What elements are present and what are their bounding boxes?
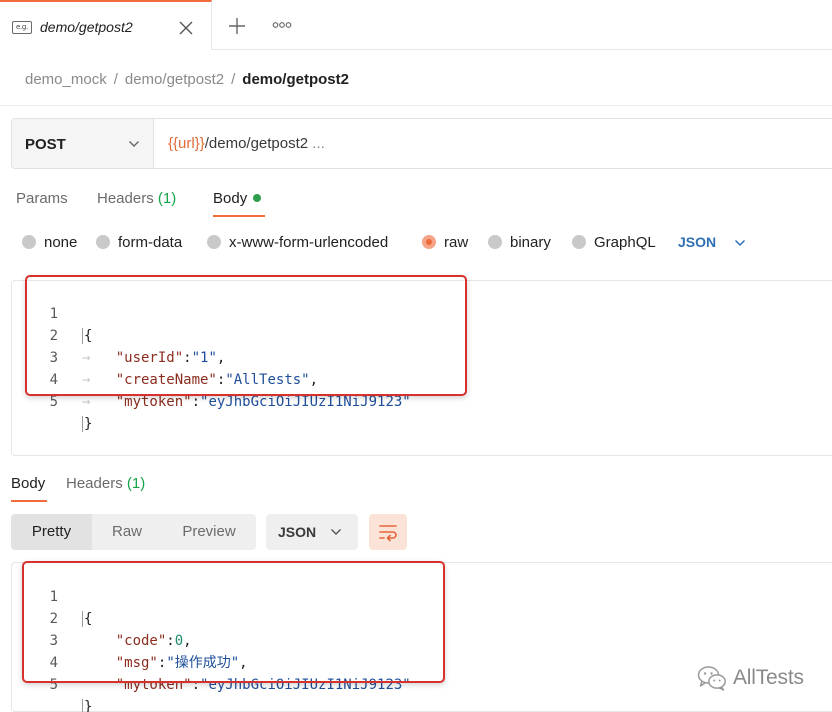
tab-headers[interactable]: Headers (1)	[97, 190, 176, 207]
code-line: 2 "code":0,	[12, 586, 832, 649]
active-tab-indicator	[213, 215, 265, 217]
tab-body[interactable]: Body	[213, 190, 262, 207]
code-line: 1 {	[12, 564, 832, 627]
line-number: 5	[49, 677, 58, 693]
tab-params-label: Params	[16, 190, 68, 207]
breadcrumb-folder[interactable]: demo/getpost2	[125, 71, 224, 88]
response-view-toggle: Pretty Raw Preview	[11, 514, 256, 550]
radio-label: x-www-form-urlencoded	[229, 234, 389, 251]
radio-circle-icon	[488, 235, 502, 249]
radio-circle-icon	[22, 235, 36, 249]
code-text: }	[82, 413, 93, 435]
radio-raw[interactable]: raw	[422, 234, 468, 252]
code-text: → "mytoken":"eyJhbGciOiJIUzI1NiJ9123"	[82, 391, 411, 413]
radio-x-www-form-urlencoded[interactable]: x-www-form-urlencoded	[207, 234, 388, 252]
headers-count: (1)	[157, 190, 177, 207]
line-number: 5	[49, 394, 58, 410]
chevron-down-icon[interactable]	[734, 237, 746, 249]
wrap-lines-button[interactable]	[369, 514, 407, 550]
url-input[interactable]: {{url}}/demo/getpost2 ...	[168, 135, 325, 152]
new-tab-plus-icon[interactable]	[228, 17, 246, 35]
radio-form-data[interactable]: form-data	[96, 234, 182, 252]
code-line: 2 → "userId":"1",	[12, 303, 832, 366]
breadcrumb: demo_mock / demo/getpost2 / demo/getpost2	[25, 71, 349, 88]
json-value: "eyJhbGciOiJIUzI1NiJ9123"	[200, 394, 411, 410]
url-bar: POST {{url}}/demo/getpost2 ...	[11, 118, 832, 169]
response-tab-headers[interactable]: Headers (1)	[66, 475, 145, 492]
breadcrumb-separator: /	[113, 71, 118, 88]
radio-label: GraphQL	[594, 234, 656, 251]
code-line: 3 → "createName":"AllTests",	[12, 325, 832, 388]
url-ellipsis: ...	[308, 135, 325, 152]
request-body-editor[interactable]: 1 { 2 → "userId":"1", 3 → "createName":"…	[11, 280, 832, 456]
code-line: 1 {	[12, 281, 832, 344]
json-key: "mytoken"	[115, 394, 192, 410]
body-format-select[interactable]: JSON	[678, 234, 716, 250]
code-line: 4 → "mytoken":"eyJhbGciOiJIUzI1NiJ9123"	[12, 347, 832, 410]
more-options-icon[interactable]	[272, 20, 292, 30]
response-tab-body[interactable]: Body	[11, 475, 45, 492]
method-label: POST	[25, 136, 66, 153]
code-text: }	[82, 696, 93, 712]
breadcrumb-collection[interactable]: demo_mock	[25, 71, 107, 88]
chevron-down-icon	[331, 529, 341, 535]
radio-selected-icon	[422, 235, 436, 249]
response-format-select[interactable]: JSON	[266, 514, 358, 550]
watermark-text: AllTests	[733, 666, 804, 689]
url-path: /demo/getpost2	[204, 135, 309, 152]
wrap-lines-icon	[379, 525, 397, 542]
radio-circle-icon	[207, 235, 221, 249]
radio-label: none	[44, 234, 78, 251]
active-tab-indicator	[11, 500, 47, 502]
radio-graphql[interactable]: GraphQL	[572, 234, 656, 252]
view-pretty-button[interactable]: Pretty	[11, 514, 92, 550]
method-select[interactable]: POST	[12, 119, 154, 168]
wechat-icon	[697, 666, 726, 691]
breadcrumb-separator: /	[231, 71, 236, 88]
code-line: 4 "mytoken":"eyJhbGciOiJIUzI1NiJ9123"	[12, 630, 832, 693]
json-colon: :	[191, 677, 201, 693]
code-line: 5 }	[12, 369, 832, 432]
radio-none[interactable]: none	[22, 234, 77, 252]
url-variable: {{url}}	[168, 135, 205, 152]
response-tab-body-label: Body	[11, 475, 46, 492]
request-tab[interactable]: e.g. demo/getpost2	[0, 0, 212, 50]
divider	[0, 105, 832, 106]
example-badge-icon: e.g.	[12, 21, 32, 34]
radio-label: form-data	[118, 234, 183, 251]
close-icon[interactable]	[178, 20, 194, 36]
modified-dot-icon	[253, 194, 262, 202]
tab-bar: e.g. demo/getpost2	[0, 0, 832, 50]
radio-label: raw	[444, 234, 469, 251]
code-line: 3 "msg":"操作成功",	[12, 608, 832, 671]
code-text: "mytoken":"eyJhbGciOiJIUzI1NiJ9123"	[82, 674, 411, 696]
breadcrumb-current-request[interactable]: demo/getpost2	[242, 71, 349, 88]
response-headers-count: (1)	[126, 475, 146, 492]
radio-label: binary	[510, 234, 551, 251]
json-value: "eyJhbGciOiJIUzI1NiJ9123"	[200, 677, 411, 693]
json-colon: :	[191, 394, 201, 410]
chevron-down-icon	[129, 141, 139, 147]
brace: }	[82, 699, 93, 712]
tab-title: demo/getpost2	[40, 19, 133, 35]
response-format-label: JSON	[278, 524, 317, 540]
tab-headers-label: Headers	[97, 190, 154, 207]
tab-body-label: Body	[213, 190, 248, 207]
radio-circle-icon	[96, 235, 110, 249]
radio-binary[interactable]: binary	[488, 234, 551, 252]
response-tab-headers-label: Headers	[66, 475, 123, 492]
tab-params[interactable]: Params	[16, 190, 68, 207]
view-preview-button[interactable]: Preview	[162, 514, 256, 550]
brace: }	[82, 416, 93, 432]
view-raw-button[interactable]: Raw	[92, 514, 162, 550]
indent-arrow-icon: →	[82, 394, 116, 410]
radio-circle-icon	[572, 235, 586, 249]
json-key: "mytoken"	[115, 677, 192, 693]
